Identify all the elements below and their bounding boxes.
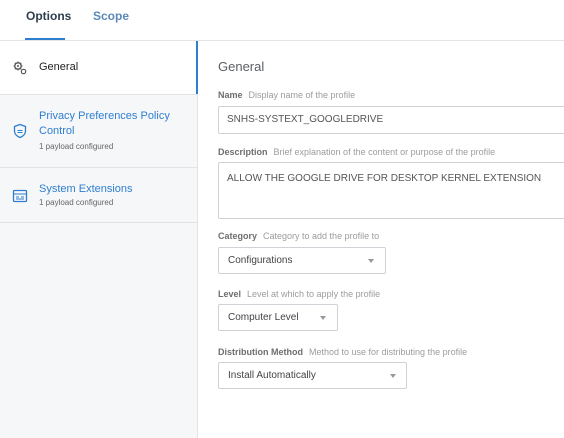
- name-field[interactable]: SNHS-SYSTEXT_GOOGLEDRIVE: [218, 106, 564, 134]
- gear-icon: [13, 61, 27, 75]
- name-label-row: Name Display name of the profile: [218, 90, 355, 100]
- level-hint: Level at which to apply the profile: [247, 289, 381, 299]
- sidebar-item-privacy[interactable]: Privacy Preferences Policy Control 1 pay…: [0, 95, 198, 167]
- distribution-select[interactable]: Install Automatically: [218, 362, 407, 389]
- name-hint: Display name of the profile: [248, 90, 356, 100]
- level-select[interactable]: Computer Level: [218, 304, 338, 331]
- distribution-value: Install Automatically: [228, 370, 316, 381]
- section-title: General: [218, 59, 265, 74]
- tab-bar: Options Scope: [0, 0, 564, 40]
- chevron-down-icon: [368, 259, 374, 263]
- chevron-down-icon: [320, 316, 326, 320]
- sidebar-item-subtitle: 1 payload configured: [39, 142, 114, 151]
- tab-options[interactable]: Options: [26, 9, 71, 23]
- sidebar-item-system-extensions[interactable]: System Extensions 1 payload configured: [0, 168, 198, 222]
- shield-icon: [13, 123, 27, 139]
- level-label-row: Level Level at which to apply the profile: [218, 289, 380, 299]
- level-label: Level: [218, 289, 242, 299]
- sidebar-item-general[interactable]: General: [0, 41, 198, 94]
- distribution-hint: Method to use for distributing the profi…: [309, 347, 468, 357]
- sidebar-item-subtitle: 1 payload configured: [39, 198, 114, 207]
- description-field[interactable]: ALLOW THE GOOGLE DRIVE FOR DESKTOP KERNE…: [218, 162, 564, 219]
- extensions-icon: [12, 189, 28, 203]
- sidebar-divider: [0, 222, 198, 223]
- level-value: Computer Level: [228, 312, 299, 323]
- payload-sidebar: General Privacy Preferences Policy Contr…: [0, 41, 198, 438]
- category-hint: Category to add the profile to: [263, 231, 380, 241]
- sidebar-item-label: General: [39, 61, 79, 73]
- name-label: Name: [218, 90, 243, 100]
- description-label-row: Description Brief explanation of the cont…: [218, 147, 495, 157]
- distribution-label: Distribution Method: [218, 347, 303, 357]
- sidebar-item-label: Privacy Preferences Policy Control: [39, 110, 170, 137]
- sidebar-item-label: System Extensions: [39, 183, 133, 195]
- category-label: Category: [218, 231, 258, 241]
- distribution-label-row: Distribution Method Method to use for dis…: [218, 347, 467, 357]
- chevron-down-icon: [390, 374, 396, 378]
- tab-scope[interactable]: Scope: [93, 9, 129, 23]
- description-hint: Brief explanation of the content or purp…: [273, 147, 496, 157]
- category-label-row: Category Category to add the profile to: [218, 231, 379, 241]
- category-value: Configurations: [228, 255, 293, 266]
- category-select[interactable]: Configurations: [218, 247, 386, 274]
- description-label: Description: [218, 147, 268, 157]
